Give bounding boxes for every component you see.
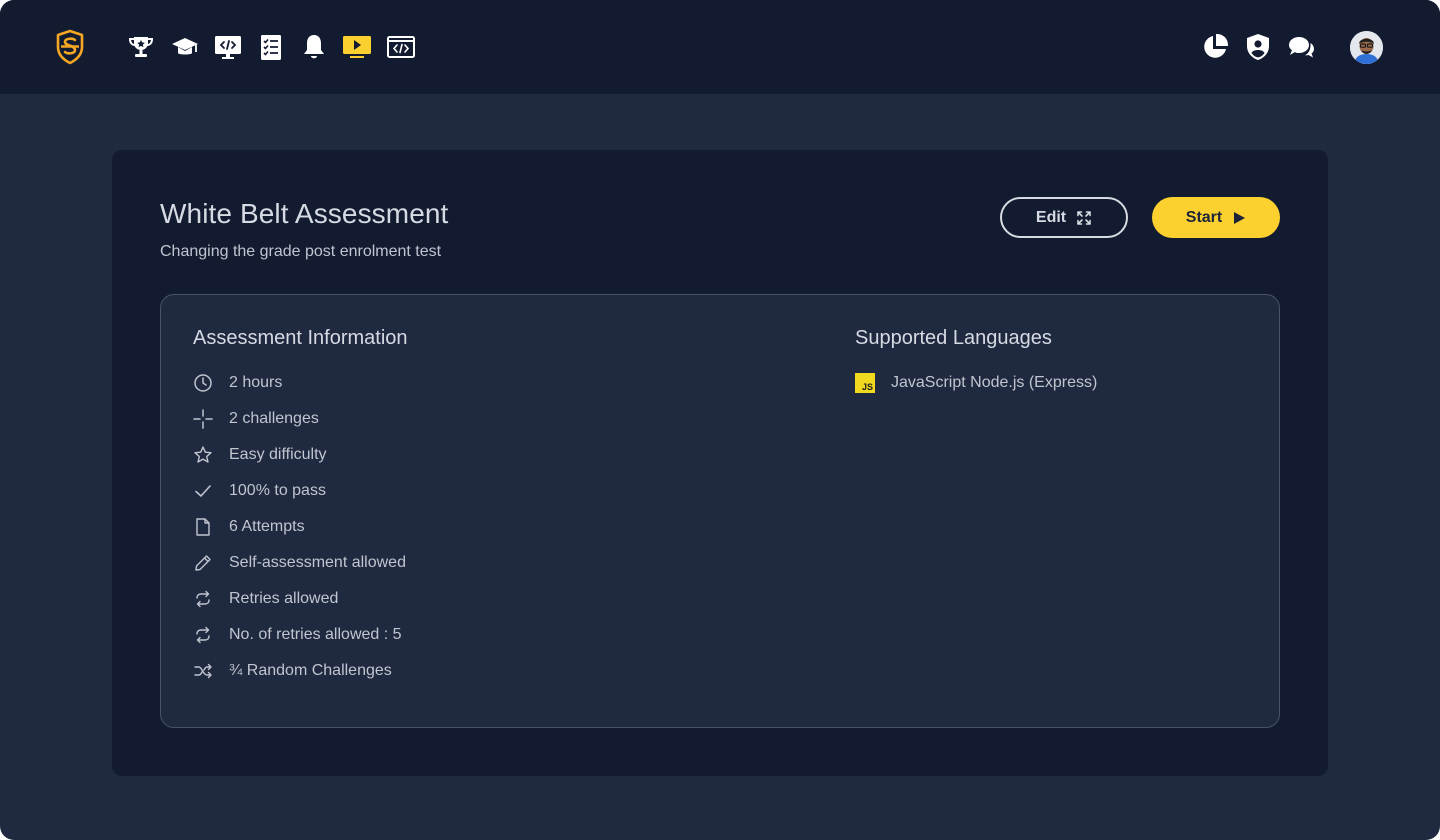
assessment-information-heading: Assessment Information xyxy=(193,327,408,349)
list-item: Retries allowed xyxy=(193,581,406,617)
video-play-icon[interactable] xyxy=(342,32,372,62)
language-name: JavaScript Node.js (Express) xyxy=(891,374,1098,391)
user-shield-icon[interactable] xyxy=(1243,32,1273,62)
info-item-text: 100% to pass xyxy=(229,482,326,499)
list-item: 6 Attempts xyxy=(193,509,406,545)
list-item: 2 hours xyxy=(193,365,406,401)
info-item-text: ¾ Random Challenges xyxy=(229,662,392,679)
list-item: JS JavaScript Node.js (Express) xyxy=(855,365,1097,401)
info-item-text: Easy difficulty xyxy=(229,446,327,463)
start-button[interactable]: Start xyxy=(1152,197,1280,238)
check-icon xyxy=(193,481,213,501)
sparkle-icon xyxy=(193,409,213,429)
info-item-text: 2 hours xyxy=(229,374,283,391)
pencil-icon xyxy=(193,553,213,573)
page-title: White Belt Assessment xyxy=(160,198,449,229)
languages-list: JS JavaScript Node.js (Express) xyxy=(855,365,1097,401)
clock-icon xyxy=(193,373,213,393)
edit-button-label: Edit xyxy=(1035,208,1067,226)
info-item-text: 6 Attempts xyxy=(229,518,305,535)
star-icon xyxy=(193,445,213,465)
page-subtitle: Changing the grade post enrolment test xyxy=(160,243,442,260)
graduation-cap-icon[interactable] xyxy=(170,32,200,62)
app-window: White Belt Assessment Changing the grade… xyxy=(0,0,1440,840)
list-item: No. of retries allowed : 5 xyxy=(193,617,406,653)
info-item-text: Retries allowed xyxy=(229,590,339,607)
top-navigation-bar xyxy=(0,0,1440,94)
chat-bubbles-icon[interactable] xyxy=(1286,32,1316,62)
list-item: Easy difficulty xyxy=(193,437,406,473)
bell-icon[interactable] xyxy=(299,32,329,62)
info-item-text: Self-assessment allowed xyxy=(229,554,406,571)
info-item-text: 2 challenges xyxy=(229,410,319,427)
list-item: 100% to pass xyxy=(193,473,406,509)
code-window-icon[interactable] xyxy=(386,32,416,62)
code-monitor-icon[interactable] xyxy=(213,32,243,62)
trophy-icon[interactable] xyxy=(126,32,156,62)
javascript-icon: JS xyxy=(855,373,875,393)
list-item: ¾ Random Challenges xyxy=(193,653,406,689)
retry-icon xyxy=(193,589,213,609)
info-item-text: No. of retries allowed : 5 xyxy=(229,626,402,643)
retry-icon xyxy=(193,625,213,645)
document-icon xyxy=(193,517,213,537)
brand-logo-icon[interactable] xyxy=(55,29,85,65)
supported-languages-heading: Supported Languages xyxy=(855,327,1052,349)
checklist-icon[interactable] xyxy=(256,32,286,62)
pie-chart-icon[interactable] xyxy=(1200,32,1230,62)
user-avatar[interactable] xyxy=(1350,31,1383,64)
shuffle-icon xyxy=(193,661,213,681)
start-button-label: Start xyxy=(1185,208,1223,226)
assessment-info-list: 2 hours 2 challenges Easy difficulty 100… xyxy=(193,365,406,689)
assessment-info-panel: Assessment Information 2 hours 2 challen… xyxy=(160,294,1280,728)
list-item: Self-assessment allowed xyxy=(193,545,406,581)
list-item: 2 challenges xyxy=(193,401,406,437)
play-icon xyxy=(1232,211,1246,225)
expand-icon xyxy=(1076,210,1092,226)
assessment-card: White Belt Assessment Changing the grade… xyxy=(112,150,1328,776)
edit-button[interactable]: Edit xyxy=(1000,197,1128,238)
